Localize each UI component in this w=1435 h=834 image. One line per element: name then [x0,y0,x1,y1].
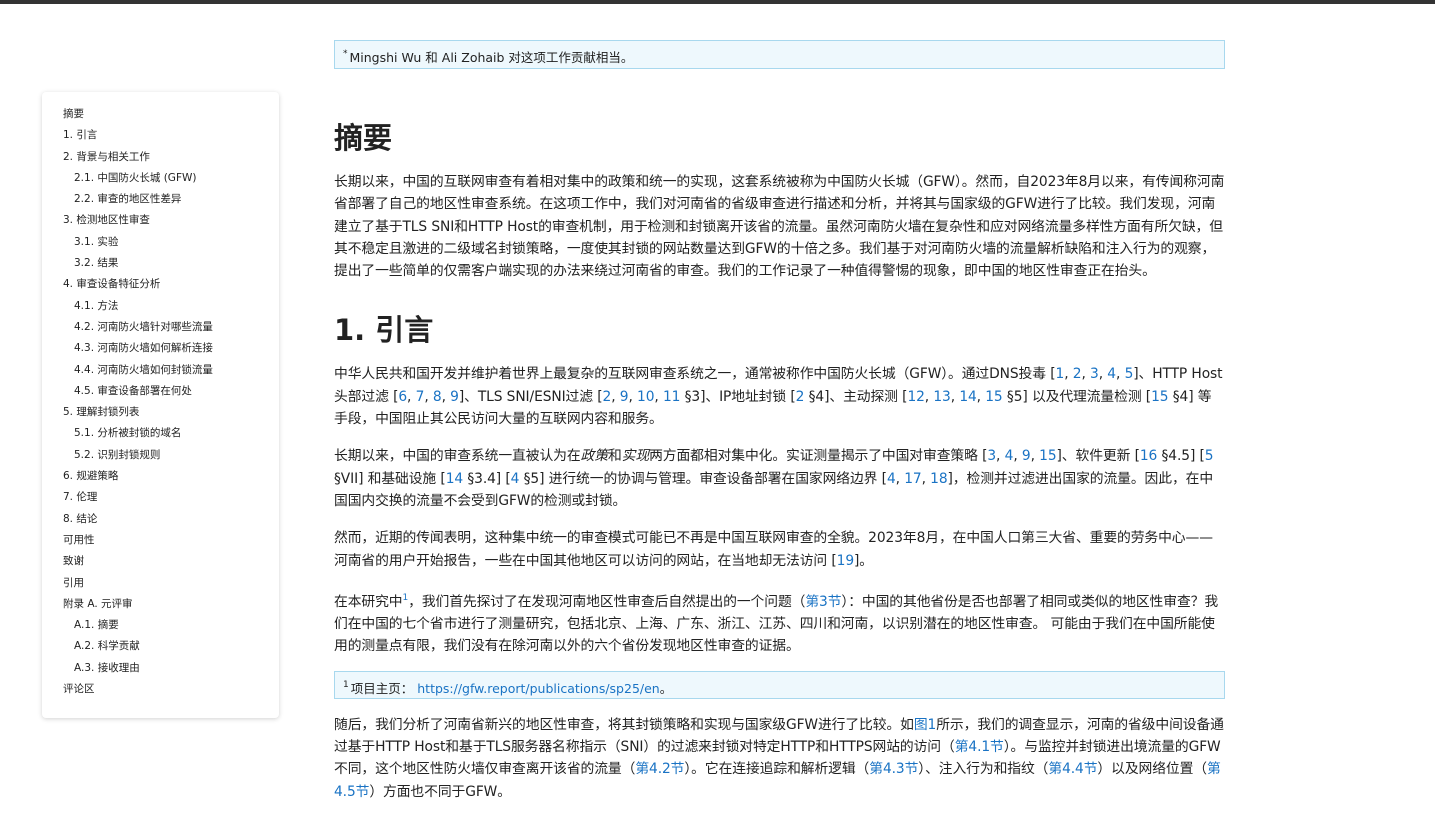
footnote-text: Mingshi Wu 和 Ali Zohaib 对这项工作贡献相当。 [349,50,634,65]
citation-link[interactable]: 5 [1125,366,1134,382]
toc-item[interactable]: 摘要 [63,104,279,125]
citation-link[interactable]: 15 [985,389,1002,405]
toc-item[interactable]: 引用 [63,573,279,594]
citation-link[interactable]: 9 [1022,448,1031,464]
intro-heading: 1. 引言 [334,313,434,348]
toc-item[interactable]: 3.1. 实验 [63,232,279,253]
abstract-heading: 摘要 [334,121,393,155]
emphasis-text: 实现 [621,448,650,465]
citation-link[interactable]: 第4.1节 [955,739,1004,755]
citation-link[interactable]: 9 [620,389,629,405]
toc-item[interactable]: 4. 审查设备特征分析 [63,274,279,295]
citation-link[interactable]: 9 [450,389,459,405]
toc-item[interactable]: 可用性 [63,530,279,551]
citation-link[interactable]: 4 [887,471,896,487]
citation-link[interactable]: 13 [933,389,950,405]
citation-link[interactable]: 4 [1107,366,1116,382]
toc-item[interactable]: 5. 理解封锁列表 [63,402,279,423]
citation-link[interactable]: 19 [837,553,854,569]
citation-link[interactable]: 1 [1056,366,1065,382]
footnote-ref[interactable]: 1 [402,593,408,603]
toc-item[interactable]: 评论区 [63,679,279,700]
citation-link[interactable]: 3 [987,448,996,464]
top-bar [0,0,1435,4]
citation-link[interactable]: 10 [637,389,654,405]
citation-link[interactable]: 2 [796,389,805,405]
citation-link[interactable]: 18 [930,471,947,487]
toc-item[interactable]: 附录 A. 元评审 [63,594,279,615]
toc-item[interactable]: 3. 检测地区性审查 [63,210,279,231]
toc-item[interactable]: 4.3. 河南防火墙如何解析连接 [63,338,279,359]
toc-item[interactable]: 4.4. 河南防火墙如何封锁流量 [63,360,279,381]
citation-link[interactable]: 图1 [914,717,936,733]
toc-item[interactable]: 2.1. 中国防火长城 (GFW) [63,168,279,189]
toc-item[interactable]: 5.2. 识别封锁规则 [63,445,279,466]
toc-item[interactable]: 3.2. 结果 [63,253,279,274]
toc-item[interactable]: 致谢 [63,551,279,572]
footnote-marker: 1 [343,679,349,690]
citation-link[interactable]: 16 [1140,448,1157,464]
citation-link[interactable]: 7 [416,389,425,405]
citation-link[interactable]: 14 [446,471,463,487]
citation-link[interactable]: 第4.4节 [1048,761,1097,777]
author-contribution-note: * Mingshi Wu 和 Ali Zohaib 对这项工作贡献相当。 [334,40,1225,69]
citation-link[interactable]: 8 [433,389,442,405]
toc-item[interactable]: 4.1. 方法 [63,296,279,317]
toc-item[interactable]: A.2. 科学贡献 [63,636,279,657]
emphasis-text: 政策 [580,448,609,465]
citation-link[interactable]: 2 [1073,366,1082,382]
footnote-marker: * [343,49,348,59]
citation-link[interactable]: 3 [1090,366,1099,382]
citation-link[interactable]: 2 [603,389,612,405]
toc-item[interactable]: 2. 背景与相关工作 [63,147,279,168]
article-main: * Mingshi Wu 和 Ali Zohaib 对这项工作贡献相当。 摘要 长… [334,40,1225,803]
citation-link[interactable]: 4 [1005,448,1014,464]
toc-item[interactable]: 4.5. 审查设备部署在何处 [63,381,279,402]
intro-paragraph-4: 在本研究中1，我们首先探讨了在发现河南地区性审查后自然提出的一个问题（第3节）：… [334,592,1219,655]
toc-item[interactable]: 4.2. 河南防火墙针对哪些流量 [63,317,279,338]
table-of-contents: 摘要 1. 引言 2. 背景与相关工作 2.1. 中国防火长城 (GFW) 2.2. 审… [42,92,279,718]
toc-item[interactable]: A.3. 接收理由 [63,658,279,679]
citation-link[interactable]: 12 [907,389,924,405]
citation-link[interactable]: 15 [1039,448,1056,464]
citation-link[interactable]: 14 [959,389,976,405]
project-homepage-link[interactable]: https://gfw.report/publications/sp25/en [417,681,659,696]
citation-link[interactable]: 5 [1205,448,1214,464]
intro-paragraph-1: 中华人民共和国开发并维护着世界上最复杂的互联网审查系统之一，通常被称作中国防火长… [334,366,1223,428]
footnote-trail: 。 [659,680,673,696]
toc-item[interactable]: 8. 结论 [63,509,279,530]
toc-item[interactable]: 7. 伦理 [63,487,279,508]
toc-item[interactable]: A.1. 摘要 [63,615,279,636]
abstract-text: 长期以来，中国的互联网审查有着相对集中的政策和统一的实现，这套系统被称为中国防火… [334,174,1225,280]
citation-link[interactable]: 11 [663,389,680,405]
intro-paragraph-2: 长期以来，中国的审查系统一直被认为在政策和实现两方面都相对集中化。实证测量揭示了… [334,448,1214,509]
intro-paragraph-3: 然而，近期的传闻表明，这种集中统一的审查模式可能已不再是中国互联网审查的全貌。2… [334,530,1213,569]
intro-paragraph-5: 随后，我们分析了河南省新兴的地区性审查，将其封锁策略和实现与国家级GFW进行了比… [334,716,1224,800]
footnote-project-homepage: 1 项目主页： https://gfw.report/publications/sp… [334,670,1225,699]
citation-link[interactable]: 17 [904,471,921,487]
citation-link[interactable]: 6 [398,389,407,405]
citation-link[interactable]: 第4.3节 [869,761,918,777]
citation-link[interactable]: 第3节 [805,594,841,610]
citation-link[interactable]: 4 [511,471,520,487]
toc-item[interactable]: 1. 引言 [63,125,279,146]
footnote-label: 项目主页： [350,680,414,696]
toc-item[interactable]: 5.1. 分析被封锁的域名 [63,423,279,444]
citation-link[interactable]: 15 [1151,389,1168,405]
toc-item[interactable]: 2.2. 审查的地区性差异 [63,189,279,210]
citation-link[interactable]: 第4.2节 [635,761,684,777]
toc-item[interactable]: 6. 规避策略 [63,466,279,487]
